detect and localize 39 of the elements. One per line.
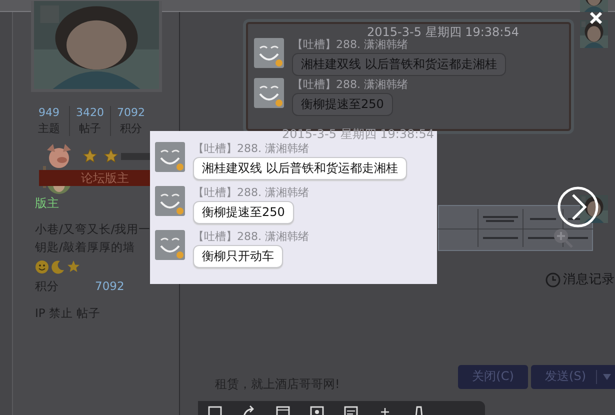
message-bubble: 湘桂建双线 以后普铁和货运都走湘桂: [292, 53, 506, 76]
smiley-avatar-icon: [254, 78, 284, 108]
smiley-avatar-icon: [254, 38, 284, 68]
message-bubble: 衡柳提速至250: [193, 201, 294, 224]
caret-icon: [603, 374, 611, 380]
smiley-avatar-icon: [155, 230, 185, 260]
message-bubble: 衡柳提速至250: [292, 93, 393, 116]
chat-button[interactable]: 发送(S): [531, 364, 615, 388]
points-value: 7092: [95, 279, 124, 294]
smiley-avatar-icon: [155, 142, 185, 172]
moon-medal-icon: [51, 260, 65, 274]
window-icon[interactable]: [208, 404, 222, 415]
group-name: 版主: [35, 195, 60, 212]
star-icon: [104, 149, 118, 163]
window-icon[interactable]: [276, 404, 290, 415]
picture-icon[interactable]: [310, 404, 324, 415]
arrow-icon[interactable]: [242, 404, 256, 415]
timestamp: 2015-3-5 星期四 19:38:54: [366, 26, 519, 38]
star-medal-icon: [67, 260, 80, 273]
document-icon[interactable]: [344, 404, 358, 415]
sender-name: 【吐槽】288. 潇湘韩绪: [292, 78, 408, 92]
chat-button[interactable]: 关闭(C): [458, 364, 528, 388]
sender-name: 【吐槽】288. 潇湘韩绪: [193, 142, 309, 156]
smiley-medal-icon: [35, 260, 49, 274]
close-icon[interactable]: [589, 11, 603, 25]
stat-value[interactable]: 3420: [76, 106, 104, 119]
clock-icon: [545, 272, 561, 288]
message-bubble: 衡柳只开动车: [193, 245, 283, 268]
timestamp: 2015-3-5 星期四 19:38:54: [281, 128, 434, 140]
stat-value[interactable]: 949: [38, 106, 60, 119]
rank-bar: [121, 152, 151, 160]
sender-name: 【吐槽】288. 潇湘韩绪: [193, 230, 309, 244]
sender-name: 【吐槽】288. 潇湘韩绪: [292, 38, 408, 52]
smiley-avatar-icon: [155, 186, 185, 216]
message-bubble: 湘桂建双线 以后普铁和货运都走湘桂: [193, 157, 407, 180]
sender-name: 【吐槽】288. 潇湘韩绪: [193, 186, 309, 200]
star-icon: [83, 149, 97, 163]
zoom-in-icon[interactable]: [553, 228, 573, 248]
stat-value[interactable]: 7092: [117, 106, 145, 119]
